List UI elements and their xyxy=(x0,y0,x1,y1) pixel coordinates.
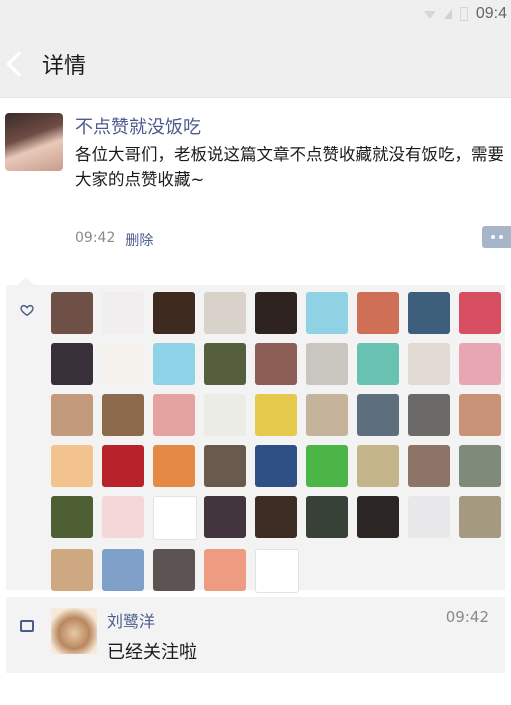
liker-avatar[interactable] xyxy=(255,343,297,385)
liker-avatar[interactable] xyxy=(102,343,144,385)
back-arrow-icon[interactable] xyxy=(6,50,32,77)
liker-avatar[interactable] xyxy=(102,496,144,538)
signal-icon xyxy=(443,9,452,19)
liker-avatar[interactable] xyxy=(408,343,450,385)
liker-avatar[interactable] xyxy=(102,292,144,334)
commenter-name[interactable]: 刘鹭洋 xyxy=(107,608,155,632)
liker-avatar[interactable] xyxy=(408,292,450,334)
liker-avatar[interactable] xyxy=(51,549,93,591)
likes-panel xyxy=(6,277,505,593)
liker-avatar[interactable] xyxy=(51,445,93,487)
liker-avatar[interactable] xyxy=(204,549,246,591)
battery-icon xyxy=(459,7,468,21)
wifi-icon xyxy=(423,11,436,19)
post-meta: 09:42 删除 xyxy=(75,230,153,250)
liker-avatar[interactable] xyxy=(204,445,246,487)
comment-text: 已经关注啦 xyxy=(107,642,197,663)
post-content: 各位大哥们，老板说这篇文章不点赞收藏就没有饭吃，需要大家的点赞收藏~ xyxy=(75,145,504,189)
liker-avatar[interactable] xyxy=(357,343,399,385)
liker-avatar[interactable] xyxy=(459,496,501,538)
liker-avatar[interactable] xyxy=(255,292,297,334)
comment-icon xyxy=(20,620,34,632)
liker-avatar[interactable] xyxy=(153,549,195,591)
liker-avatar[interactable] xyxy=(459,343,501,385)
dot-icon xyxy=(498,235,503,239)
liker-avatar[interactable] xyxy=(204,394,246,436)
liker-avatar[interactable] xyxy=(153,496,197,540)
liker-avatar[interactable] xyxy=(153,292,195,334)
liker-avatar[interactable] xyxy=(204,292,246,334)
status-bar: 09:4 xyxy=(0,0,511,30)
liker-avatar[interactable] xyxy=(51,292,93,334)
liker-avatar[interactable] xyxy=(255,445,297,487)
liker-avatar[interactable] xyxy=(459,445,501,487)
liker-avatar[interactable] xyxy=(255,394,297,436)
author-name[interactable]: 不点赞就没饭吃 xyxy=(75,113,201,139)
nav-bar: 详情 xyxy=(0,30,511,98)
liker-avatar[interactable] xyxy=(408,445,450,487)
commenter-avatar[interactable] xyxy=(51,608,97,654)
comment-time: 09:42 xyxy=(445,608,489,626)
liker-avatar[interactable] xyxy=(306,343,348,385)
liker-avatar[interactable] xyxy=(255,549,299,593)
liker-avatar[interactable] xyxy=(102,394,144,436)
liker-avatar-grid xyxy=(51,292,501,593)
liker-avatar[interactable] xyxy=(306,496,348,538)
liker-avatar[interactable] xyxy=(102,549,144,591)
liker-avatar[interactable] xyxy=(153,394,195,436)
more-actions-button[interactable] xyxy=(482,226,511,248)
liker-avatar[interactable] xyxy=(153,343,195,385)
author-avatar[interactable] xyxy=(5,113,63,171)
liker-avatar[interactable] xyxy=(357,292,399,334)
liker-avatar[interactable] xyxy=(51,496,93,538)
status-icons: 09:4 xyxy=(423,5,507,23)
status-time: 09:4 xyxy=(475,5,507,22)
liker-avatar[interactable] xyxy=(306,394,348,436)
liker-avatar[interactable] xyxy=(408,394,450,436)
page-title: 详情 xyxy=(42,53,87,79)
liker-avatar[interactable] xyxy=(204,343,246,385)
comment-item: 刘鹭洋 09:42 已经关注啦 xyxy=(6,597,505,673)
liker-avatar[interactable] xyxy=(255,496,297,538)
post: 不点赞就没饭吃 各位大哥们，老板说这篇文章不点赞收藏就没有饭吃，需要大家的点赞收… xyxy=(0,98,511,288)
liker-avatar[interactable] xyxy=(408,496,450,538)
liker-avatar[interactable] xyxy=(102,445,144,487)
heart-icon xyxy=(20,304,34,317)
liker-avatar[interactable] xyxy=(204,496,246,538)
liker-avatar[interactable] xyxy=(51,394,93,436)
liker-avatar[interactable] xyxy=(51,343,93,385)
delete-button[interactable]: 删除 xyxy=(125,230,153,250)
liker-avatar[interactable] xyxy=(357,445,399,487)
liker-avatar[interactable] xyxy=(357,394,399,436)
liker-avatar[interactable] xyxy=(306,445,348,487)
liker-avatar[interactable] xyxy=(306,292,348,334)
liker-avatar[interactable] xyxy=(153,445,195,487)
liker-avatar[interactable] xyxy=(459,292,501,334)
liker-avatar[interactable] xyxy=(357,496,399,538)
post-time: 09:42 xyxy=(75,230,116,246)
dot-icon xyxy=(490,235,495,239)
liker-avatar[interactable] xyxy=(459,394,501,436)
